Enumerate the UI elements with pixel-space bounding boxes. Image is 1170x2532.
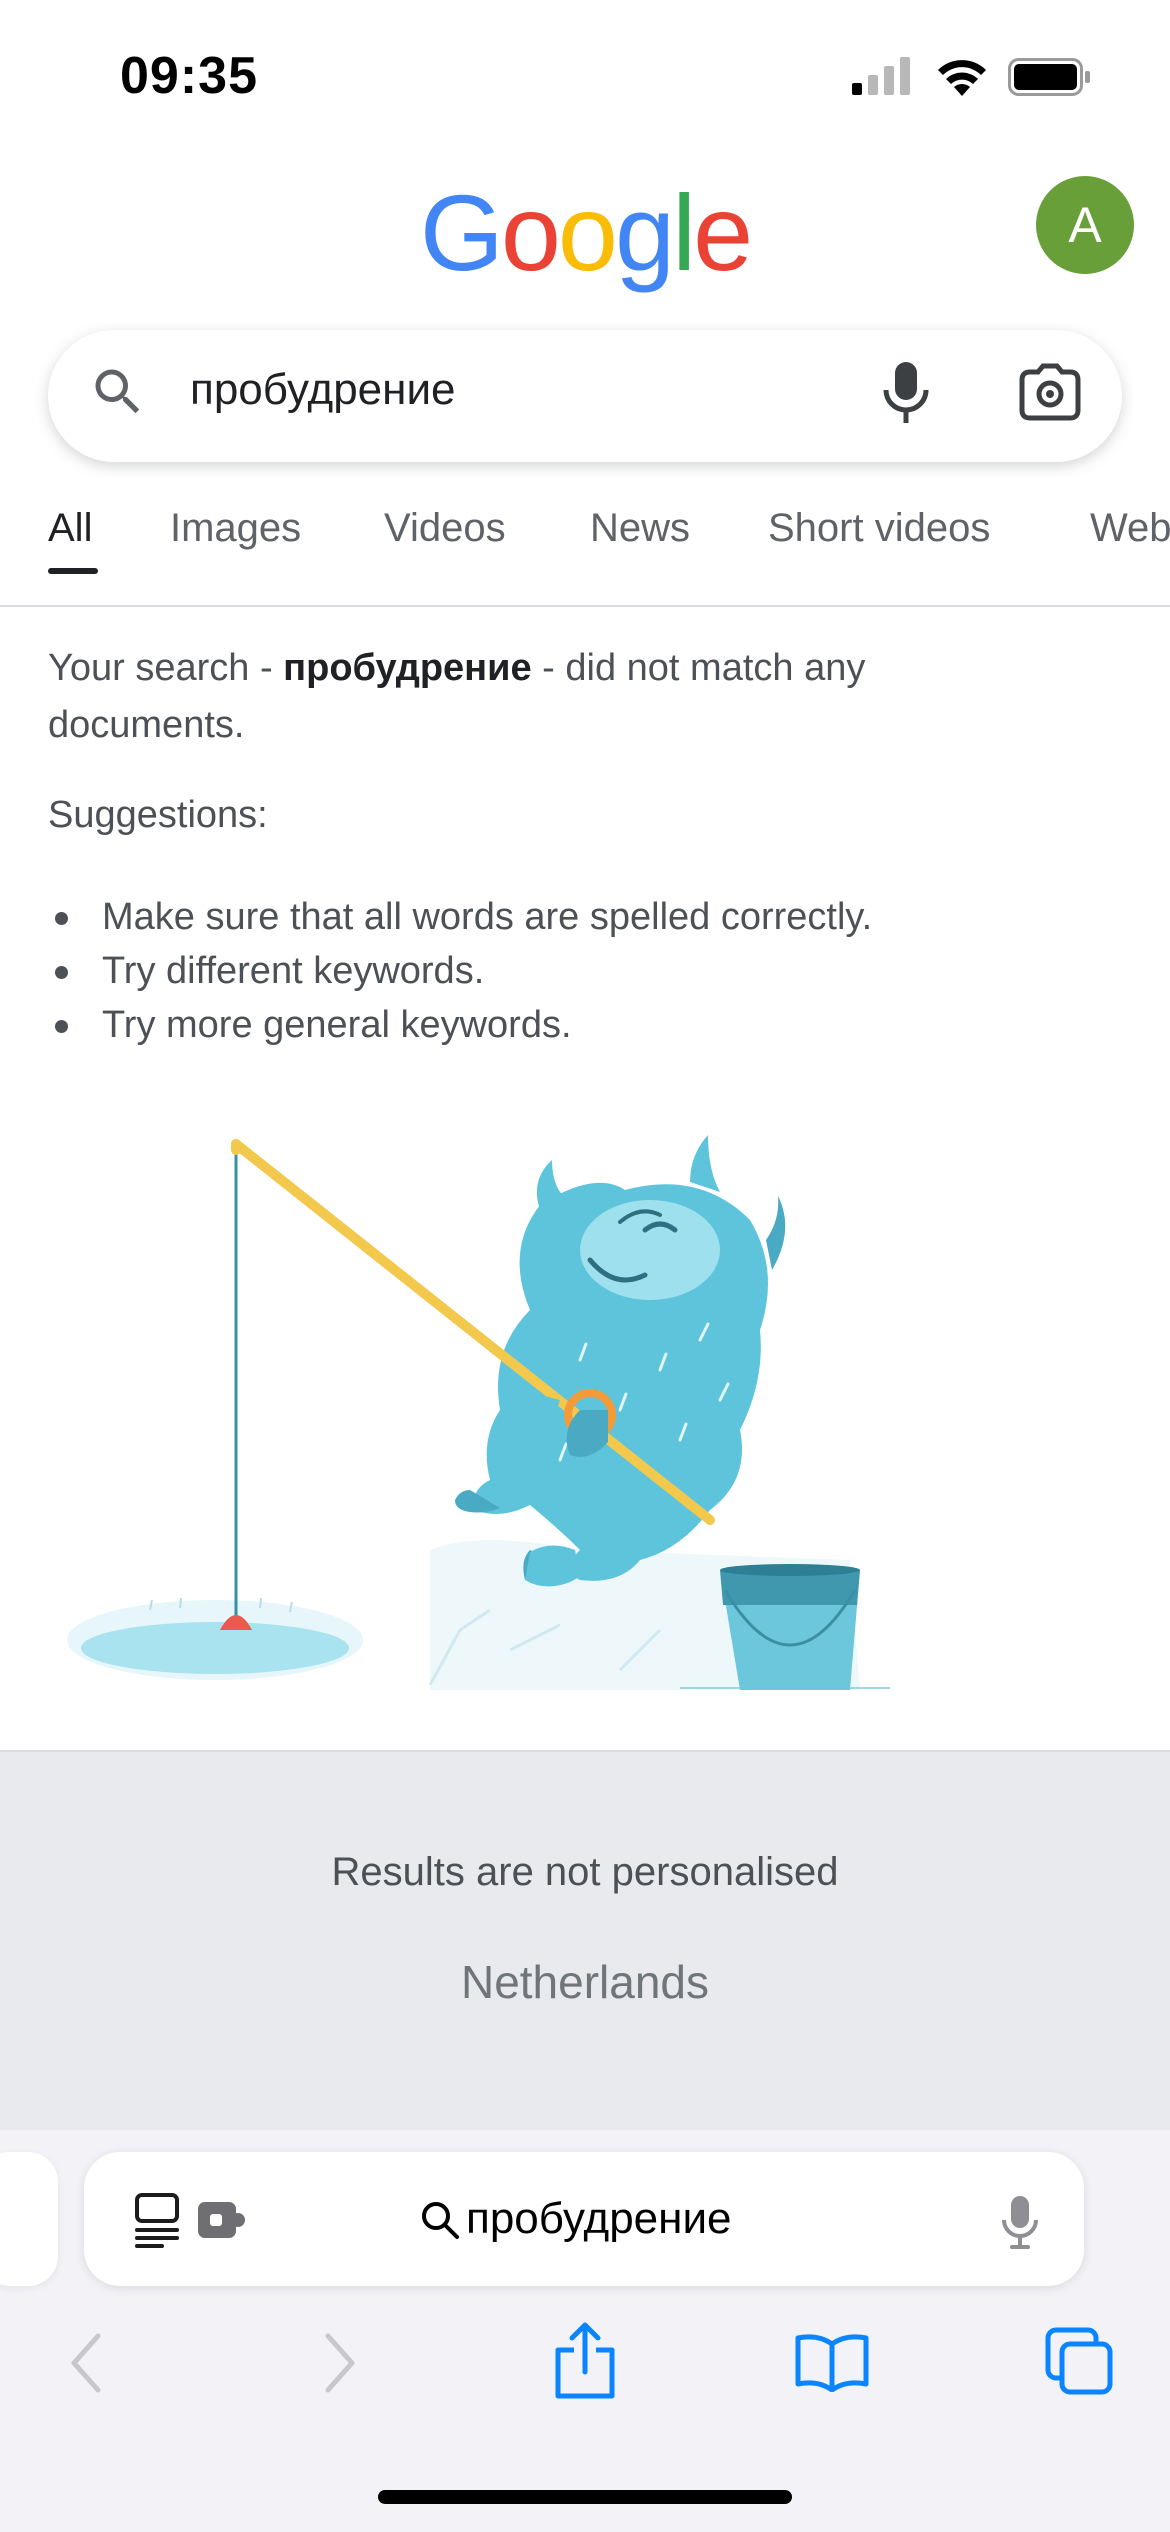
- no-match-query: пробудрение: [283, 647, 532, 689]
- suggestion-item: Try different keywords.: [48, 944, 872, 998]
- search-icon: [88, 362, 148, 422]
- results-footer: [0, 1750, 1170, 2132]
- previous-tab-card[interactable]: [0, 2152, 58, 2286]
- share-icon[interactable]: [552, 2322, 618, 2400]
- logo-letter: o: [557, 172, 618, 293]
- tabs-icon[interactable]: [1044, 2326, 1114, 2396]
- back-icon[interactable]: [66, 2332, 106, 2394]
- battery-icon: [1008, 58, 1092, 96]
- tab-news[interactable]: News: [590, 506, 690, 551]
- account-avatar[interactable]: A: [1036, 176, 1134, 274]
- logo-letter: e: [693, 172, 753, 293]
- logo-letter: o: [500, 172, 561, 293]
- tabs-divider: [0, 605, 1170, 607]
- tab-all[interactable]: All: [48, 506, 92, 551]
- home-indicator[interactable]: [378, 2490, 792, 2504]
- tab-web[interactable]: Web: [1090, 506, 1170, 551]
- search-tabs: All Images Videos News Short videos Web: [0, 490, 1170, 606]
- logo-letter: G: [419, 172, 504, 293]
- extension-icon[interactable]: [196, 2198, 246, 2242]
- suggestions-list: Make sure that all words are spelled cor…: [48, 890, 872, 1052]
- signal-icon: [852, 57, 912, 95]
- search-input[interactable]: пробудрение: [190, 365, 456, 415]
- page-menu-icon[interactable]: [134, 2192, 184, 2248]
- status-time: 09:35: [120, 47, 258, 105]
- logo-letter: g: [615, 172, 675, 293]
- google-logo[interactable]: Google: [0, 170, 1170, 295]
- tab-videos[interactable]: Videos: [384, 506, 506, 551]
- mic-icon[interactable]: [1000, 2194, 1040, 2250]
- no-match-prefix: Your search -: [48, 647, 284, 689]
- fishing-monster-illustration: [60, 1110, 900, 1715]
- suggestion-item: Make sure that all words are spelled cor…: [48, 890, 872, 944]
- location-label: Netherlands: [460, 1956, 710, 2008]
- search-icon: [420, 2200, 460, 2240]
- tab-images[interactable]: Images: [170, 506, 301, 551]
- wifi-icon: [936, 56, 988, 96]
- forward-icon[interactable]: [320, 2332, 360, 2394]
- bookmarks-icon[interactable]: [794, 2332, 870, 2392]
- lens-icon[interactable]: [1018, 362, 1082, 422]
- address-text[interactable]: пробудрение: [466, 2194, 732, 2244]
- logo-letter: l: [672, 172, 696, 293]
- suggestion-item: Try more general keywords.: [48, 998, 872, 1052]
- not-personalised-notice[interactable]: Results are not personalised: [0, 1850, 1170, 1895]
- suggestions-title: Suggestions:: [48, 794, 268, 836]
- mic-icon[interactable]: [880, 360, 932, 426]
- no-results-message: Your search - пробудрение - did not matc…: [48, 640, 1058, 754]
- active-tab-indicator: [48, 568, 98, 574]
- tab-short-videos[interactable]: Short videos: [768, 506, 990, 551]
